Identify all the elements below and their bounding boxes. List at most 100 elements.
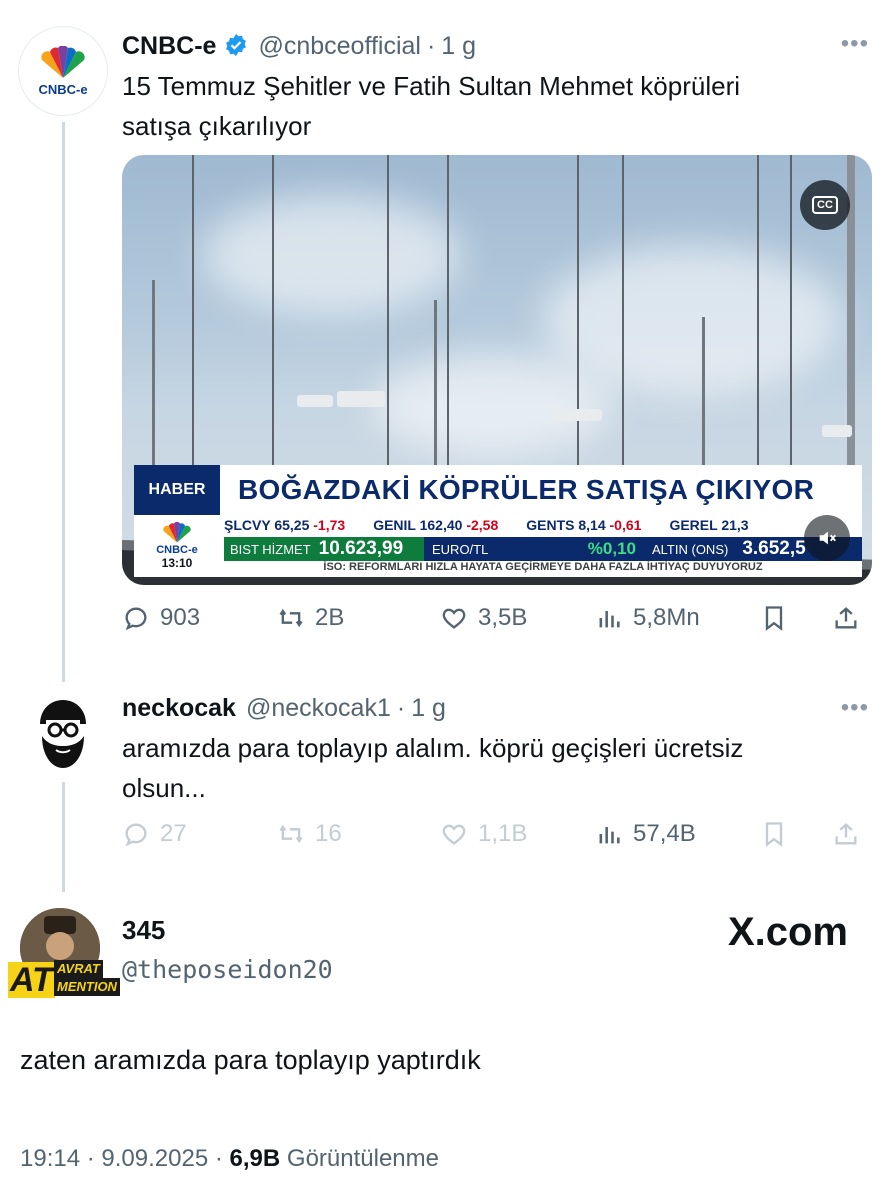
tweet2-handle[interactable]: @neckocak1 xyxy=(246,694,391,723)
tweet2-header: neckocak @neckocak1 · 1 g xyxy=(122,694,446,723)
news-banner: HABER BOĞAZDAKİ KÖPRÜLER SATIŞA ÇIKIYOR xyxy=(134,465,862,515)
quote-footer: 19:14 · 9.09.2025 · 6,9B Görüntülenme xyxy=(20,1145,439,1173)
views-button[interactable]: 57,4B xyxy=(595,820,760,848)
quote-handle[interactable]: @theposeidon20 xyxy=(122,955,333,984)
bookmark-button[interactable] xyxy=(760,604,832,632)
car xyxy=(552,409,602,421)
news-crawl: İSO: REFORMLARI HIZLA HAYATA GEÇİRMEYE D… xyxy=(323,561,763,573)
quote-author-name[interactable]: 345 xyxy=(122,915,165,946)
banner-tag: HABER xyxy=(134,465,220,515)
ticker-value: 8,14 xyxy=(578,517,606,533)
tweet2-time[interactable]: 1 g xyxy=(411,694,446,723)
tweet1-handle[interactable]: @cnbceofficial xyxy=(258,32,421,61)
ticker-code: GENTS xyxy=(526,517,575,533)
car xyxy=(297,395,333,407)
reply-icon xyxy=(125,607,147,631)
tweet2-text: aramızda para toplayıp alalım. köprü geç… xyxy=(122,728,743,808)
heart-icon xyxy=(442,608,466,629)
reply-icon xyxy=(125,823,147,847)
market-bar: BIST HİZMET 10.623,99 EURO/TL %0,10 ALTIN … xyxy=(224,537,862,561)
share-button[interactable] xyxy=(832,604,860,632)
ticker-item: GENIL 162,40 -2,58 xyxy=(373,517,498,535)
footer-date[interactable]: 9.09.2025 xyxy=(101,1145,208,1172)
banner-title: BOĞAZDAKİ KÖPRÜLER SATIŞA ÇIKIYOR xyxy=(238,474,815,505)
views-count: 5,8Mn xyxy=(633,604,700,631)
reply-count: 27 xyxy=(160,820,187,847)
verified-badge-icon xyxy=(226,34,247,56)
ticker-logo: CNBC-e 13:10 xyxy=(134,515,220,577)
share-icon xyxy=(835,607,857,629)
tweet1-time[interactable]: 1 g xyxy=(441,32,476,61)
share-button[interactable] xyxy=(832,820,860,848)
ticker-value: 65,25 xyxy=(274,517,310,533)
ticker-clock: 13:10 xyxy=(161,556,193,570)
bist-value: 10.623,99 xyxy=(318,538,404,559)
sky-cloud xyxy=(542,245,842,395)
neckocak-avatar[interactable] xyxy=(20,690,106,776)
speaker-muted-icon xyxy=(819,531,836,545)
ticker-item: ŞLCVY 65,25 -1,73 xyxy=(224,517,345,535)
tweet2-author-name[interactable]: neckocak xyxy=(122,694,236,723)
tweet1-text: 15 Temmuz Şehitler ve Fatih Sultan Mehme… xyxy=(122,66,740,146)
footer-views: 6,9B xyxy=(229,1145,281,1172)
tweet1-video[interactable]: CC HABER BOĞAZDAKİ KÖPRÜLER SATIŞA ÇIKIY… xyxy=(122,155,872,585)
car xyxy=(337,391,385,407)
car xyxy=(822,425,852,437)
bist-label: BIST HİZMET xyxy=(230,541,311,557)
separator-dot: · xyxy=(426,32,436,60)
tweet1-author-name[interactable]: CNBC-e xyxy=(122,32,216,61)
badge-big-text: AT xyxy=(8,961,55,999)
bookmark-icon xyxy=(765,822,783,847)
separator-dot: · xyxy=(86,1145,102,1172)
cnbc-avatar[interactable]: CNBC-e xyxy=(18,26,108,116)
badge-small-text-2: MENTION xyxy=(54,978,120,996)
euro-value: %0,10 xyxy=(587,539,636,558)
thread-line-1 xyxy=(62,122,65,682)
ticker-change: -2,58 xyxy=(466,517,499,533)
like-button[interactable]: 1,1B xyxy=(440,820,595,848)
retweet-count: 2B xyxy=(315,604,345,631)
euro-box: EURO/TL %0,10 xyxy=(424,537,644,561)
views-count: 57,4B xyxy=(633,820,696,847)
bookmark-button[interactable] xyxy=(760,820,832,848)
more-options-icon[interactable]: ••• xyxy=(841,694,869,722)
captions-button[interactable]: CC xyxy=(800,180,850,230)
x-com-watermark: X.com xyxy=(727,910,848,954)
footer-views-label: Görüntülenme xyxy=(286,1145,439,1172)
reply-count: 903 xyxy=(160,604,201,631)
views-button[interactable]: 5,8Mn xyxy=(595,604,760,632)
euro-label: EURO/TL xyxy=(432,541,489,557)
like-button[interactable]: 3,5B xyxy=(440,604,595,632)
footer-time[interactable]: 19:14 xyxy=(20,1145,80,1172)
tweet2-text-line1: aramızda para toplayıp alalım. köprü geç… xyxy=(122,733,744,763)
captions-label: CC xyxy=(812,196,838,214)
tweet2-actions: 27 16 1,1B 57,4B xyxy=(122,820,872,848)
separator-dot: · xyxy=(396,694,406,722)
reply-button[interactable]: 27 xyxy=(122,820,277,848)
heart-icon xyxy=(442,824,466,845)
ticker-change: -0,61 xyxy=(609,517,642,533)
ticker-value: 21,3 xyxy=(721,517,749,533)
ticker-code: GENIL xyxy=(373,517,416,533)
at-avrat-mention-badge: AT AVRAT MENTION xyxy=(8,958,120,1000)
mute-button[interactable] xyxy=(804,515,850,561)
reply-button[interactable]: 903 xyxy=(122,604,277,632)
separator-dot: · xyxy=(214,1145,230,1172)
ticker-item: GEREL 21,3 xyxy=(669,517,748,535)
tweet1-text-line2: satışa çıkarılıyor xyxy=(122,111,312,141)
sky-cloud xyxy=(202,195,462,315)
peacock-logo-icon xyxy=(163,522,191,543)
ticker-area: CNBC-e 13:10 ŞLCVY 65,25 -1,73 GENIL 162… xyxy=(134,515,862,577)
more-options-icon[interactable]: ••• xyxy=(841,30,869,58)
tweet1-header: CNBC-e @cnbceofficial · 1 g xyxy=(122,30,476,61)
retweet-count: 16 xyxy=(315,820,342,847)
tweet2-text-line2: olsun... xyxy=(122,773,206,803)
retweet-button[interactable]: 16 xyxy=(277,820,440,848)
ticker-change: -1,73 xyxy=(313,517,346,533)
ticker-value: 162,40 xyxy=(419,517,463,533)
retweet-button[interactable]: 2B xyxy=(277,604,440,632)
thread-line-2 xyxy=(62,782,65,892)
tweet1-actions: 903 2B 3,5B 5,8Mn xyxy=(122,604,872,632)
altin-value: 3.652,5 xyxy=(742,538,806,559)
ticker-code: GEREL xyxy=(669,517,718,533)
